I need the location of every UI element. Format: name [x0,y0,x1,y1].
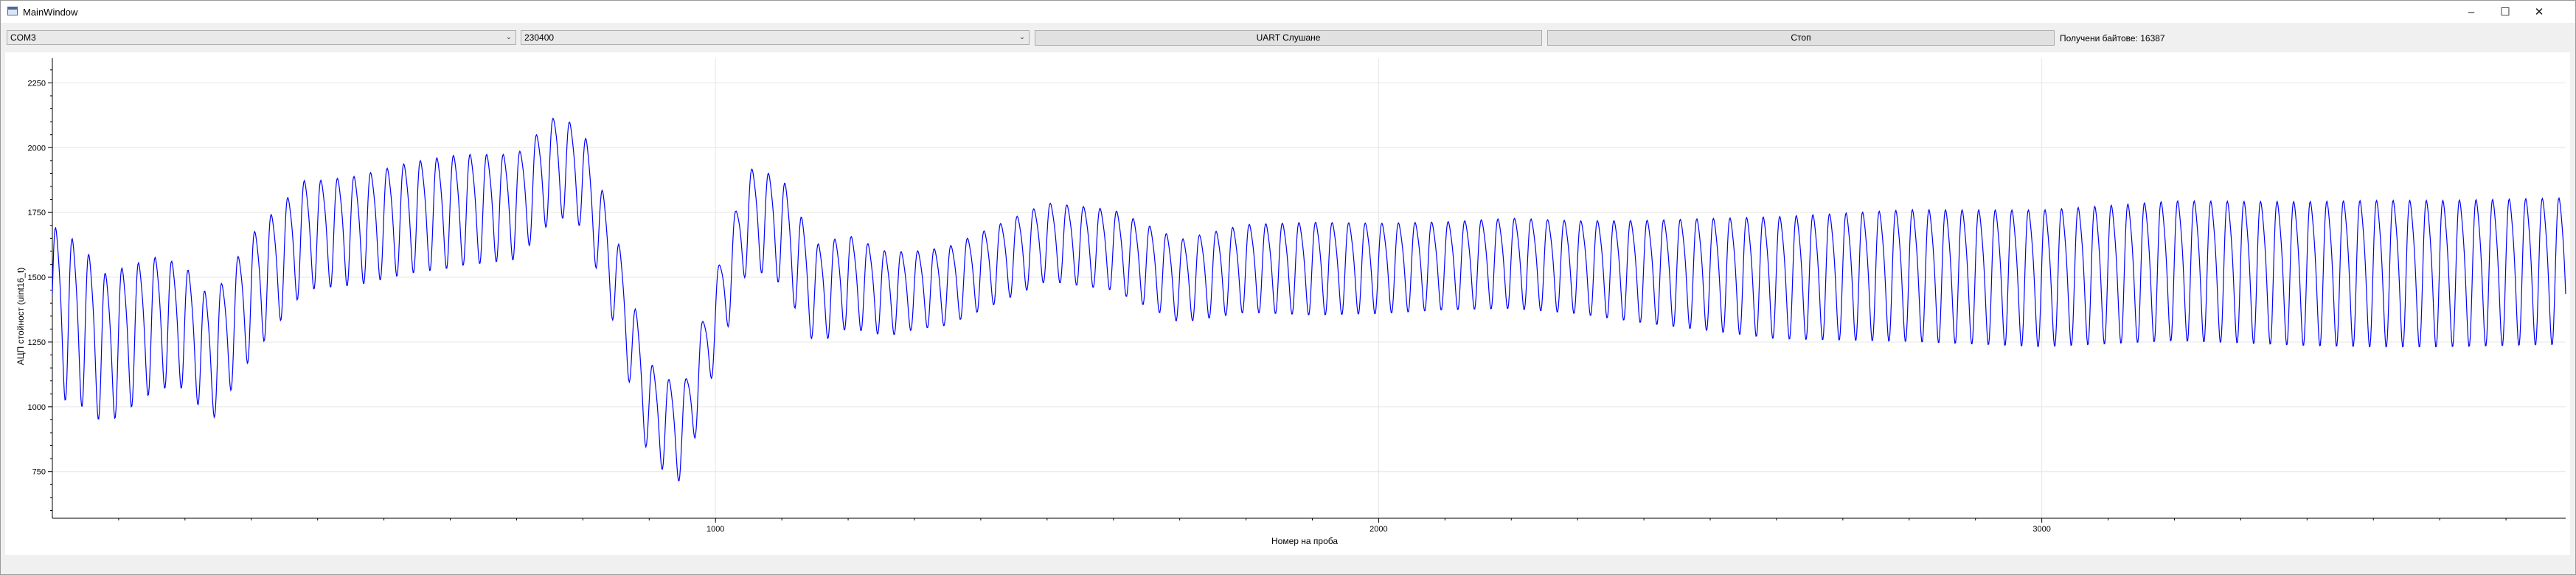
chevron-down-icon: ⌄ [1018,33,1026,41]
plot-area[interactable]: 1000 2000 3000 750 1000 1250 1500 1750 2000 2250 … [5,52,2570,555]
stop-button[interactable]: Стоп [1547,30,2055,46]
bytes-received-label: Получени байтове: 16387 [2060,33,2165,43]
port-select[interactable]: COM3 ⌄ [7,30,516,45]
series-layer [52,117,2566,482]
port-select-value: COM3 [10,32,36,43]
y-tick-label: 1250 [28,338,46,347]
status-bar [1,558,2575,574]
main-window: MainWindow – ☐ ✕ COM3 ⌄ 230400 ⌄ UART Сл… [0,0,2576,575]
title-bar[interactable]: MainWindow – ☐ ✕ [1,1,2575,23]
minimize-button[interactable]: – [2454,1,2488,23]
x-axis-label: Номер на проба [1271,536,1338,546]
baud-rate-select[interactable]: 230400 ⌄ [521,30,1030,45]
close-button[interactable]: ✕ [2522,1,2556,23]
x-tick-label: 1000 [707,525,724,534]
y-tick-label: 1750 [28,209,46,217]
maximize-icon: ☐ [2500,6,2510,18]
x-tick-label: 2000 [1369,525,1387,534]
y-axis-label: АЦП стойност (uint16_t) [15,268,26,365]
y-tick-label: 1500 [28,273,46,282]
axis-layer: 1000 2000 3000 750 1000 1250 1500 1750 2000 2250 [28,58,2566,534]
x-tick-label: 3000 [2032,525,2050,534]
chevron-down-icon: ⌄ [505,33,513,41]
maximize-button[interactable]: ☐ [2488,1,2522,23]
minimize-icon: – [2468,5,2475,18]
adc-series-line [52,117,2566,482]
toolbar: COM3 ⌄ 230400 ⌄ UART Слушане Стоп Получе… [1,29,2575,48]
grid-layer [52,58,2566,518]
uart-listen-button[interactable]: UART Слушане [1035,30,1542,46]
y-tick-label: 2000 [28,144,46,153]
app-window-icon [7,7,18,15]
adc-chart[interactable]: 1000 2000 3000750100012501500175020002250 … [5,52,2570,555]
y-tick-label: 1000 [28,403,46,412]
y-tick-label: 750 [32,468,46,477]
baud-rate-select-value: 230400 [524,32,555,43]
window-title: MainWindow [23,7,78,18]
close-icon: ✕ [2534,6,2544,18]
y-tick-label: 2250 [28,79,46,88]
